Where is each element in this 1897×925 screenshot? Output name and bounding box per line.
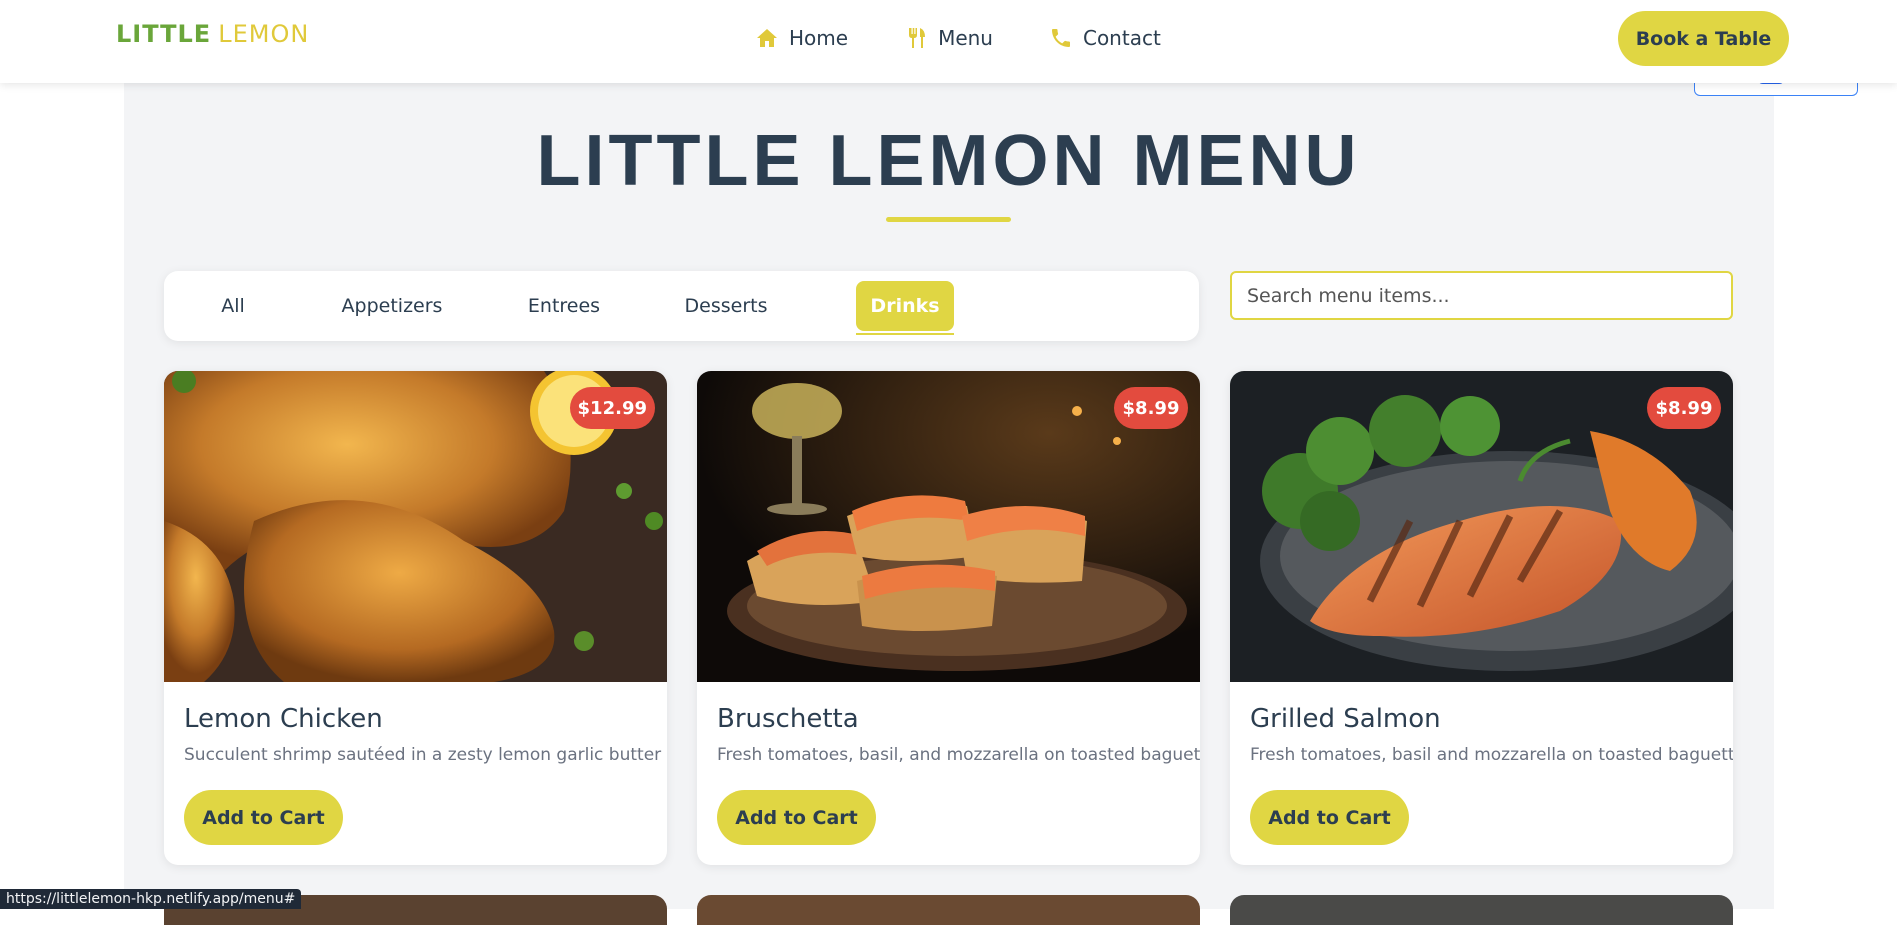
book-table-button[interactable]: Book a Table xyxy=(1618,11,1789,66)
item-name: Grilled Salmon xyxy=(1250,704,1441,734)
price-badge: $8.99 xyxy=(1114,387,1188,429)
main-nav: Home Menu Contact xyxy=(755,26,1161,50)
logo-word-lemon: LEMON xyxy=(218,20,310,48)
phone-icon xyxy=(1051,29,1070,47)
menu-card: $8.99 Grilled Salmon Fresh tomatoes, bas… xyxy=(1230,371,1733,865)
nav-contact[interactable]: Contact xyxy=(1049,26,1161,50)
logo-word-little: LITTLE xyxy=(116,20,212,48)
add-to-cart-button[interactable]: Add to Cart xyxy=(184,790,343,845)
nav-menu[interactable]: Menu xyxy=(904,26,993,50)
price-badge: $12.99 xyxy=(569,387,655,429)
menu-card-peek xyxy=(1230,895,1733,925)
utensils-icon xyxy=(909,28,926,48)
site-header: LITTLE LEMON Home Menu Contact Book a Ta… xyxy=(0,0,1897,83)
page-title: LITTLE LEMON MENU xyxy=(536,121,1361,201)
item-description: Fresh tomatoes, basil, and mozzarella on… xyxy=(717,745,1200,765)
menu-card: $12.99 Lemon Chicken Succulent shrimp sa… xyxy=(164,371,667,865)
tab-drinks[interactable]: Drinks xyxy=(856,281,954,335)
tab-all[interactable]: All xyxy=(194,281,272,331)
nav-home[interactable]: Home xyxy=(755,26,848,50)
price-badge: $8.99 xyxy=(1647,387,1721,429)
item-name: Bruschetta xyxy=(717,704,859,734)
menu-card-peek xyxy=(697,895,1200,925)
menu-card: $8.99 Bruschetta Fresh tomatoes, basil, … xyxy=(697,371,1200,865)
add-to-cart-button[interactable]: Add to Cart xyxy=(1250,790,1409,845)
title-underline xyxy=(886,217,1011,222)
add-to-cart-button[interactable]: Add to Cart xyxy=(717,790,876,845)
nav-contact-label: Contact xyxy=(1082,26,1161,50)
category-filter-bar: All Appetizers Entrees Desserts Drinks xyxy=(164,271,1199,341)
tab-desserts[interactable]: Desserts xyxy=(671,281,781,331)
tab-appetizers[interactable]: Appetizers xyxy=(327,281,457,331)
item-name: Lemon Chicken xyxy=(184,704,383,734)
tab-entrees[interactable]: Entrees xyxy=(514,281,614,331)
status-bar-url: https://littlelemon-hkp.netlify.app/menu… xyxy=(0,889,302,909)
nav-menu-label: Menu xyxy=(938,26,993,50)
item-description: Fresh tomatoes, basil and mozzarella on … xyxy=(1250,745,1733,765)
search-input[interactable] xyxy=(1230,271,1733,320)
home-icon xyxy=(757,29,777,47)
logo[interactable]: LITTLE LEMON xyxy=(116,18,309,50)
nav-home-label: Home xyxy=(789,26,849,50)
item-description: Succulent shrimp sautéed in a zesty lemo… xyxy=(184,745,662,765)
